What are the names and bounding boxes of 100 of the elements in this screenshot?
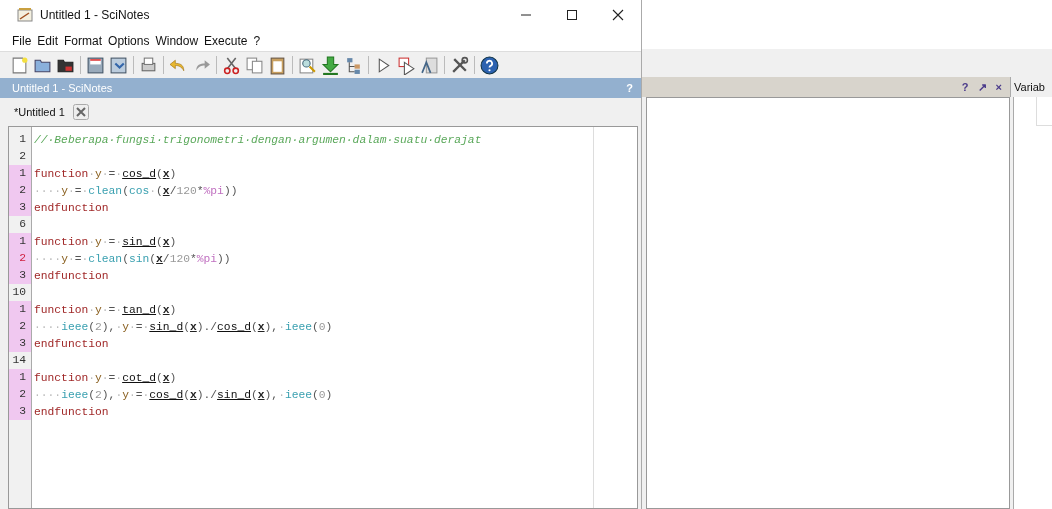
tree-icon[interactable] bbox=[344, 55, 363, 75]
builtin-function: ieee bbox=[61, 388, 89, 401]
code-operator: ( bbox=[149, 252, 157, 265]
whitespace-marker: · bbox=[149, 184, 157, 197]
builtin-function: ieee bbox=[284, 388, 313, 401]
code-variable: y bbox=[95, 303, 102, 316]
paste-icon[interactable] bbox=[268, 55, 287, 75]
code-operator: = bbox=[74, 184, 82, 197]
code-variable: y bbox=[95, 167, 102, 180]
code-operator: ( bbox=[88, 388, 96, 401]
window-title: Untitled 1 - SciNotes bbox=[40, 8, 150, 22]
whitespace-marker: · bbox=[67, 252, 75, 265]
function-name: cot_d bbox=[122, 371, 157, 384]
whitespace-marker: · bbox=[101, 235, 109, 248]
save-icon[interactable] bbox=[86, 55, 105, 75]
menu-item[interactable]: ? bbox=[253, 33, 261, 48]
save-as-icon[interactable] bbox=[109, 55, 128, 75]
code-operator: = bbox=[108, 167, 116, 180]
code-operator: / bbox=[169, 184, 177, 197]
code-operator: )) bbox=[217, 252, 231, 265]
menu-item[interactable]: Execute bbox=[204, 33, 248, 48]
builtin-function: ieee bbox=[61, 320, 89, 333]
argument-name: x bbox=[189, 388, 197, 401]
code-constant: %pi bbox=[203, 184, 224, 197]
menu-item[interactable]: Window bbox=[155, 33, 199, 48]
code-operator: ), bbox=[264, 388, 279, 401]
code-operator: ) bbox=[169, 303, 177, 316]
code-operator: ) bbox=[169, 371, 177, 384]
code-editor[interactable] bbox=[8, 126, 638, 509]
argument-name: x bbox=[156, 252, 163, 265]
line-number: 1 bbox=[9, 233, 31, 250]
code-operator: ( bbox=[88, 320, 96, 333]
code-operator: ( bbox=[251, 320, 258, 333]
code-operator: )./ bbox=[196, 320, 218, 333]
whitespace-marker: · bbox=[278, 388, 285, 401]
new-file-icon[interactable] bbox=[10, 55, 29, 75]
argument-name: x bbox=[257, 388, 265, 401]
menu-item[interactable]: Options bbox=[108, 33, 150, 48]
code-keyword: function bbox=[34, 303, 89, 316]
function-name: sin_d bbox=[149, 320, 184, 333]
whitespace-marker: · bbox=[128, 320, 136, 333]
text-icon[interactable] bbox=[420, 55, 439, 75]
line-number: 3 bbox=[9, 267, 31, 284]
code-keyword: endfunction bbox=[34, 201, 109, 214]
code-operator: )./ bbox=[196, 388, 218, 401]
maximize-icon[interactable] bbox=[566, 9, 578, 21]
download-arrow-icon[interactable] bbox=[321, 55, 340, 75]
run-file-icon[interactable] bbox=[397, 55, 416, 75]
dock-button[interactable]: ↗ bbox=[977, 80, 987, 94]
close-tab-icon[interactable] bbox=[72, 103, 89, 120]
code-operator: ( bbox=[156, 167, 163, 180]
code-operator: ), bbox=[264, 320, 279, 333]
function-name: cos_d bbox=[149, 388, 184, 401]
dock-button[interactable]: ? bbox=[961, 81, 969, 93]
copy-icon[interactable] bbox=[245, 55, 264, 75]
code-comment: //·Beberapa·fungsi·trigonometri·dengan·argumen·dalam·suatu·derajat bbox=[34, 133, 482, 146]
whitespace-marker: · bbox=[115, 388, 123, 401]
whitespace-marker: ···· bbox=[34, 184, 62, 197]
code-variable: y bbox=[61, 252, 68, 265]
code-constant: %pi bbox=[196, 252, 218, 265]
whitespace-marker: · bbox=[81, 252, 89, 265]
line-number: 3 bbox=[9, 403, 31, 420]
code-operator: / bbox=[162, 252, 170, 265]
dock-button[interactable]: × bbox=[995, 81, 1002, 93]
whitespace-marker: · bbox=[81, 184, 89, 197]
line-number: 2 bbox=[18, 149, 27, 164]
code-variable: y bbox=[61, 184, 68, 197]
builtin-function: sin bbox=[128, 252, 150, 265]
tools-icon[interactable] bbox=[450, 55, 469, 75]
code-number: 0 bbox=[318, 388, 326, 401]
help-icon[interactable] bbox=[480, 55, 499, 75]
whitespace-marker: ···· bbox=[34, 388, 62, 401]
whitespace-marker: · bbox=[88, 303, 95, 316]
whitespace-marker: · bbox=[101, 303, 109, 316]
line-number: 2 bbox=[9, 386, 31, 403]
argument-name: x bbox=[257, 320, 265, 333]
code-keyword: function bbox=[34, 167, 89, 180]
code-operator: ( bbox=[251, 388, 258, 401]
app-icon bbox=[17, 8, 33, 22]
argument-name: x bbox=[162, 184, 170, 197]
menu-item[interactable]: Format bbox=[64, 33, 103, 48]
whitespace-marker: · bbox=[115, 303, 123, 316]
whitespace-marker: · bbox=[128, 388, 136, 401]
code-operator: = bbox=[108, 371, 116, 384]
code-number: 2 bbox=[95, 320, 102, 333]
cut-icon[interactable] bbox=[222, 55, 241, 75]
code-operator: ( bbox=[156, 303, 163, 316]
close-icon[interactable] bbox=[612, 9, 624, 21]
code-operator: ) bbox=[325, 320, 333, 333]
whitespace-marker: · bbox=[142, 388, 150, 401]
argument-name: x bbox=[162, 167, 170, 180]
argument-name: x bbox=[189, 320, 197, 333]
code-number: 2 bbox=[95, 388, 102, 401]
panel-title: Variab bbox=[1014, 81, 1045, 93]
line-number: 2 bbox=[9, 318, 31, 335]
code-keyword: function bbox=[34, 235, 89, 248]
editor-tab[interactable]: *Untitled 1 bbox=[14, 105, 65, 118]
menu-item[interactable]: File bbox=[12, 33, 32, 48]
menu-item[interactable]: Edit bbox=[37, 33, 59, 48]
line-number: 1 bbox=[18, 132, 27, 147]
